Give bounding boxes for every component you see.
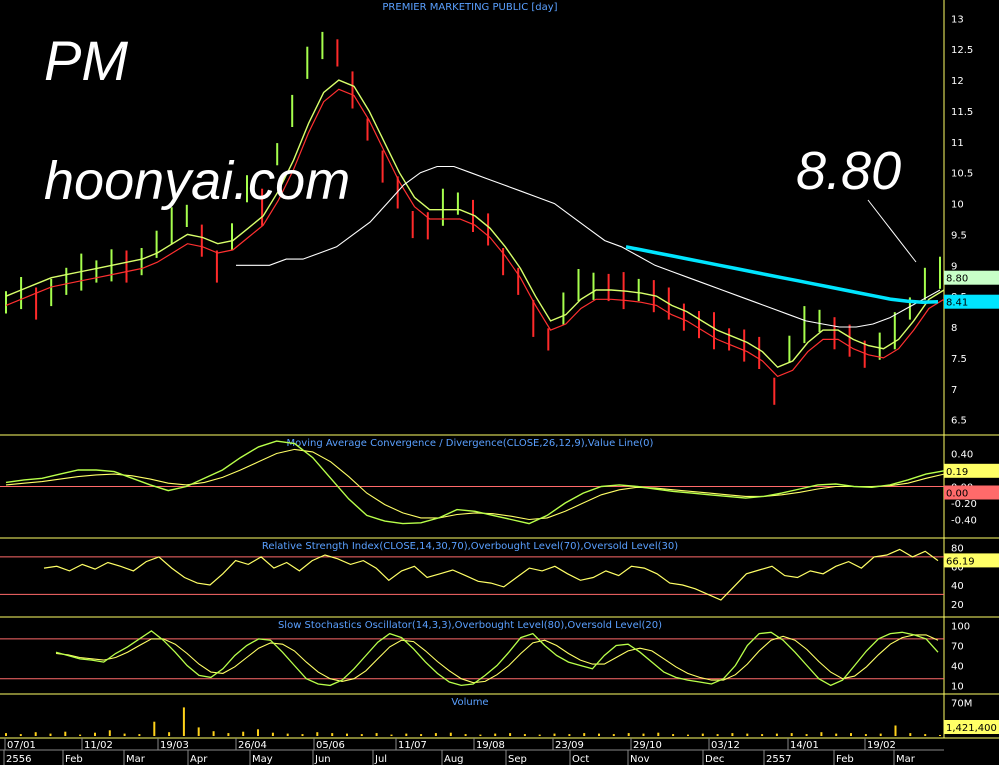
month-label: Dec [705,754,724,765]
date-label: 29/10 [633,740,662,751]
month-label: Feb [65,754,83,765]
date-label: 07/01 [7,740,36,751]
stoch-tick-label: 10 [951,681,964,692]
trend-line [625,245,939,305]
month-label: 2557 [766,754,791,765]
price-tick-label: 6.5 [951,416,967,427]
rsi-tick-label: 80 [951,544,964,555]
month-label: Jul [374,754,387,765]
macd-signal-line [5,448,945,521]
price-tick-label: 10.5 [951,169,973,180]
month-label: Sep [508,754,527,765]
callout-pointer [867,199,917,263]
macd-title: Moving Average Convergence / Divergence(… [287,438,654,449]
month-label: Mar [126,754,146,765]
rsi-badge-value: 66.19 [946,556,975,567]
price-callout: 8.80 [796,141,902,201]
month-label: Apr [190,754,208,765]
price-tick-label: 11.5 [951,107,973,118]
date-label: 14/01 [790,740,819,751]
date-label: 26/04 [238,740,267,751]
month-label: May [252,754,273,765]
stoch-d-line [55,634,939,684]
price-title: PREMIER MARKETING PUBLIC [day] [382,2,557,13]
rsi-title: Relative Strength Index(CLOSE,14,30,70),… [262,541,678,552]
ma-mid-line [5,88,945,378]
site-watermark: hoonyai.com [44,151,351,211]
price-tick-label: 10 [951,200,964,211]
stoch-tick-label: 40 [951,662,964,673]
date-label: 19/02 [867,740,896,751]
date-label: 03/12 [711,740,740,751]
rsi-tick-label: 20 [951,600,964,611]
price-tick-label: 7.5 [951,354,967,365]
month-label: Nov [630,754,650,765]
stoch-tick-label: 100 [951,622,970,633]
macd-badge-zero: 0.00 [946,489,968,500]
date-label: 11/02 [84,740,113,751]
date-label: 19/03 [160,740,189,751]
macd-badge-value: 0.19 [946,467,968,478]
date-label: 23/09 [555,740,584,751]
price-tick-label: 7 [951,385,957,396]
month-label: Jun [314,754,331,765]
month-label: 2556 [6,754,31,765]
date-label: 11/07 [398,740,427,751]
price-tick-label: 13 [951,14,964,25]
rsi-tick-label: 40 [951,581,964,592]
volume-title: Volume [451,697,488,708]
stoch-title: Slow Stochastics Oscillator(14,3,3),Over… [278,620,662,631]
price-tick-label: 11 [951,138,964,149]
price-tick-label: 12 [951,76,964,87]
macd-tick-label: 0.40 [951,450,973,461]
price-tick-label: 12.5 [951,45,973,56]
volume-tick-label: 70M [951,699,972,710]
month-label: Feb [836,754,854,765]
volume-badge-last: 1,421,400 [946,723,997,734]
month-label: Mar [896,754,916,765]
price-tick-label: 8 [951,323,957,334]
macd-tick-label: -0.20 [951,499,977,510]
stoch-tick-label: 70 [951,642,964,653]
symbol-watermark: PM [44,29,128,92]
price-tick-label: 9.5 [951,230,967,241]
stock-chart: PREMIER MARKETING PUBLIC [day] 6.5 7 7.5 8 8.… [0,0,999,765]
month-label: Oct [572,754,589,765]
macd-line [5,440,945,525]
macd-tick-label: -0.40 [951,516,977,527]
ma-short-line [5,79,945,369]
price-badge-trend: 8.41 [946,298,968,309]
price-badge-last: 8.80 [946,274,968,285]
date-label: 19/08 [476,740,505,751]
month-label: Aug [444,754,464,765]
price-tick-label: 9 [951,261,957,272]
date-label: 05/06 [316,740,345,751]
